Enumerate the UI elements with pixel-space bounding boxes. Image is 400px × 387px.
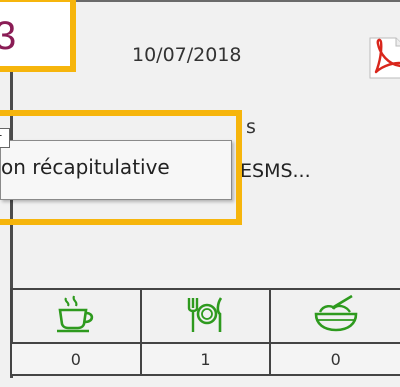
tooltip-highlight-frame	[0, 110, 242, 225]
step-badge: 3	[0, 0, 76, 72]
bottom-strip	[10, 378, 400, 387]
meal-count-lunch: 1	[139, 342, 272, 376]
meal-count-breakfast: 0	[10, 342, 142, 376]
card-text-line-1: s	[246, 116, 256, 138]
meal-cell-lunch	[139, 288, 272, 344]
step-number: 3	[0, 14, 17, 58]
pdf-icon[interactable]	[366, 32, 400, 80]
meal-cell-dinner	[269, 288, 400, 344]
salad-bowl-icon	[314, 294, 357, 332]
coffee-cup-icon	[56, 295, 93, 333]
plate-cutlery-icon	[188, 297, 223, 332]
record-date: 10/07/2018	[132, 44, 242, 66]
meal-cell-breakfast	[10, 288, 142, 344]
meal-count-dinner: 0	[269, 342, 400, 376]
card-text-line-2: ESMS...	[240, 160, 311, 182]
meals-table: 0 1 0	[10, 288, 400, 376]
